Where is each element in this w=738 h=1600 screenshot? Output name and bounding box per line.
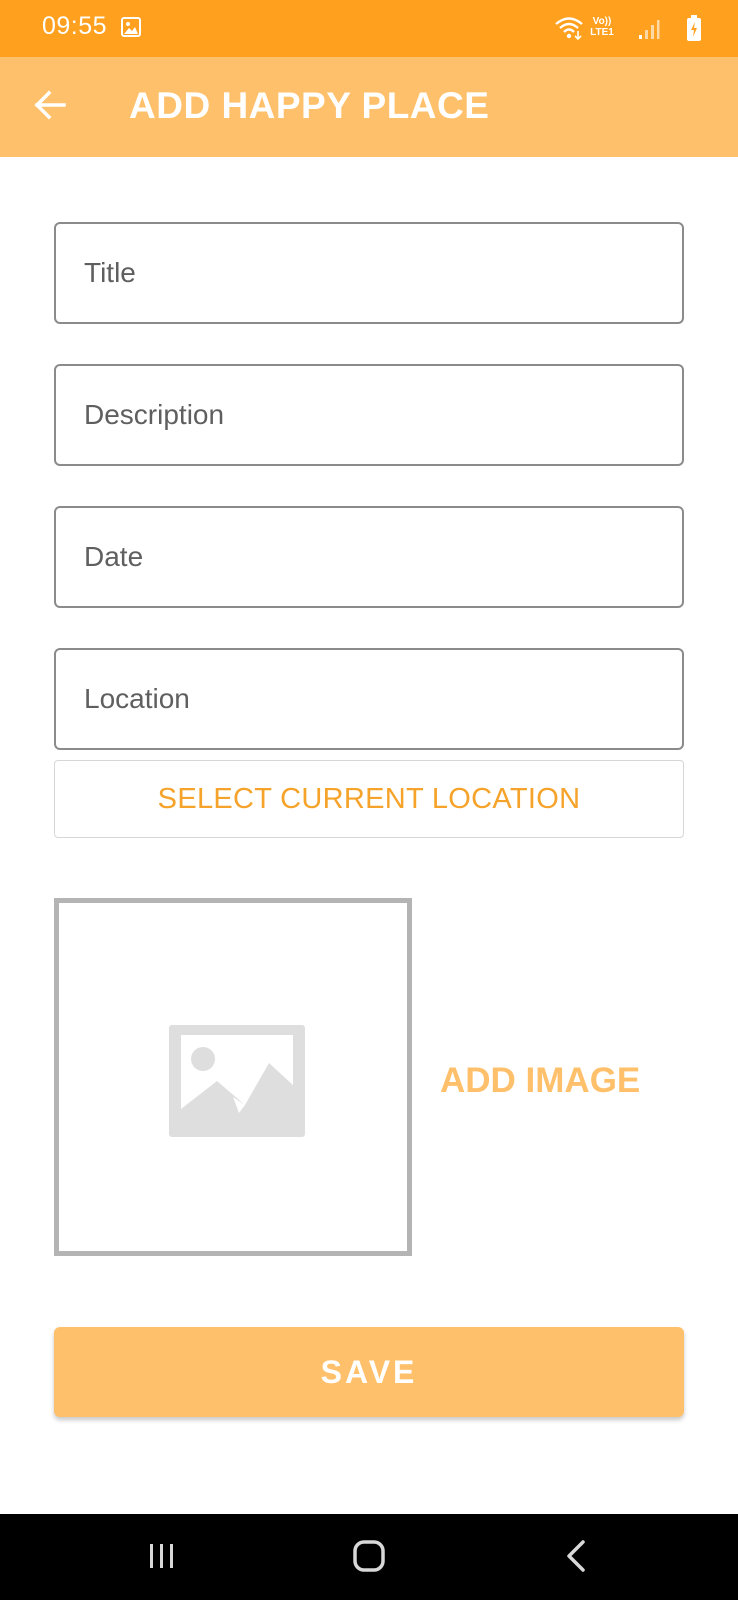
image-placeholder-icon — [169, 1025, 305, 1142]
location-input[interactable] — [56, 650, 682, 748]
image-preview — [54, 898, 412, 1256]
status-time: 09:55 — [42, 12, 108, 40]
network-type-label: Vo)) LTE1 — [586, 16, 618, 38]
battery-charging-icon — [686, 14, 702, 47]
select-current-location-button[interactable]: SELECT CURRENT LOCATION — [54, 760, 684, 838]
home-icon — [353, 1539, 385, 1577]
page-title: ADD HAPPY PLACE — [129, 85, 490, 126]
wifi-icon — [554, 16, 584, 45]
location-field-container — [54, 648, 684, 750]
status-bar: 09:55 Vo)) LTE1 — [0, 0, 738, 57]
description-field-container — [54, 364, 684, 466]
lte-label: LTE1 — [590, 27, 614, 38]
status-icons: Vo)) LTE1 — [542, 14, 702, 44]
signal-icon — [638, 18, 660, 45]
add-happy-place-screen: 09:55 Vo)) LTE1 ADD HAPPY PLACE Title De… — [0, 0, 738, 1600]
back-icon — [565, 1539, 587, 1577]
title-input[interactable] — [56, 224, 682, 322]
description-input[interactable] — [56, 366, 682, 464]
back-button[interactable] — [22, 79, 78, 135]
save-button[interactable]: SAVE — [54, 1327, 684, 1417]
system-navigation-bar — [0, 1514, 738, 1600]
recents-button[interactable] — [132, 1528, 192, 1588]
photo-icon — [121, 17, 141, 42]
recents-icon — [147, 1543, 177, 1574]
app-bar: ADD HAPPY PLACE — [0, 57, 738, 157]
add-image-button[interactable]: ADD IMAGE — [440, 1056, 658, 1106]
nav-back-button[interactable] — [546, 1528, 606, 1588]
home-button[interactable] — [339, 1528, 399, 1588]
title-field-container — [54, 222, 684, 324]
volte-label: Vo)) — [592, 16, 612, 27]
arrow-left-icon — [34, 90, 66, 125]
date-input[interactable] — [56, 508, 682, 606]
date-field-container — [54, 506, 684, 608]
